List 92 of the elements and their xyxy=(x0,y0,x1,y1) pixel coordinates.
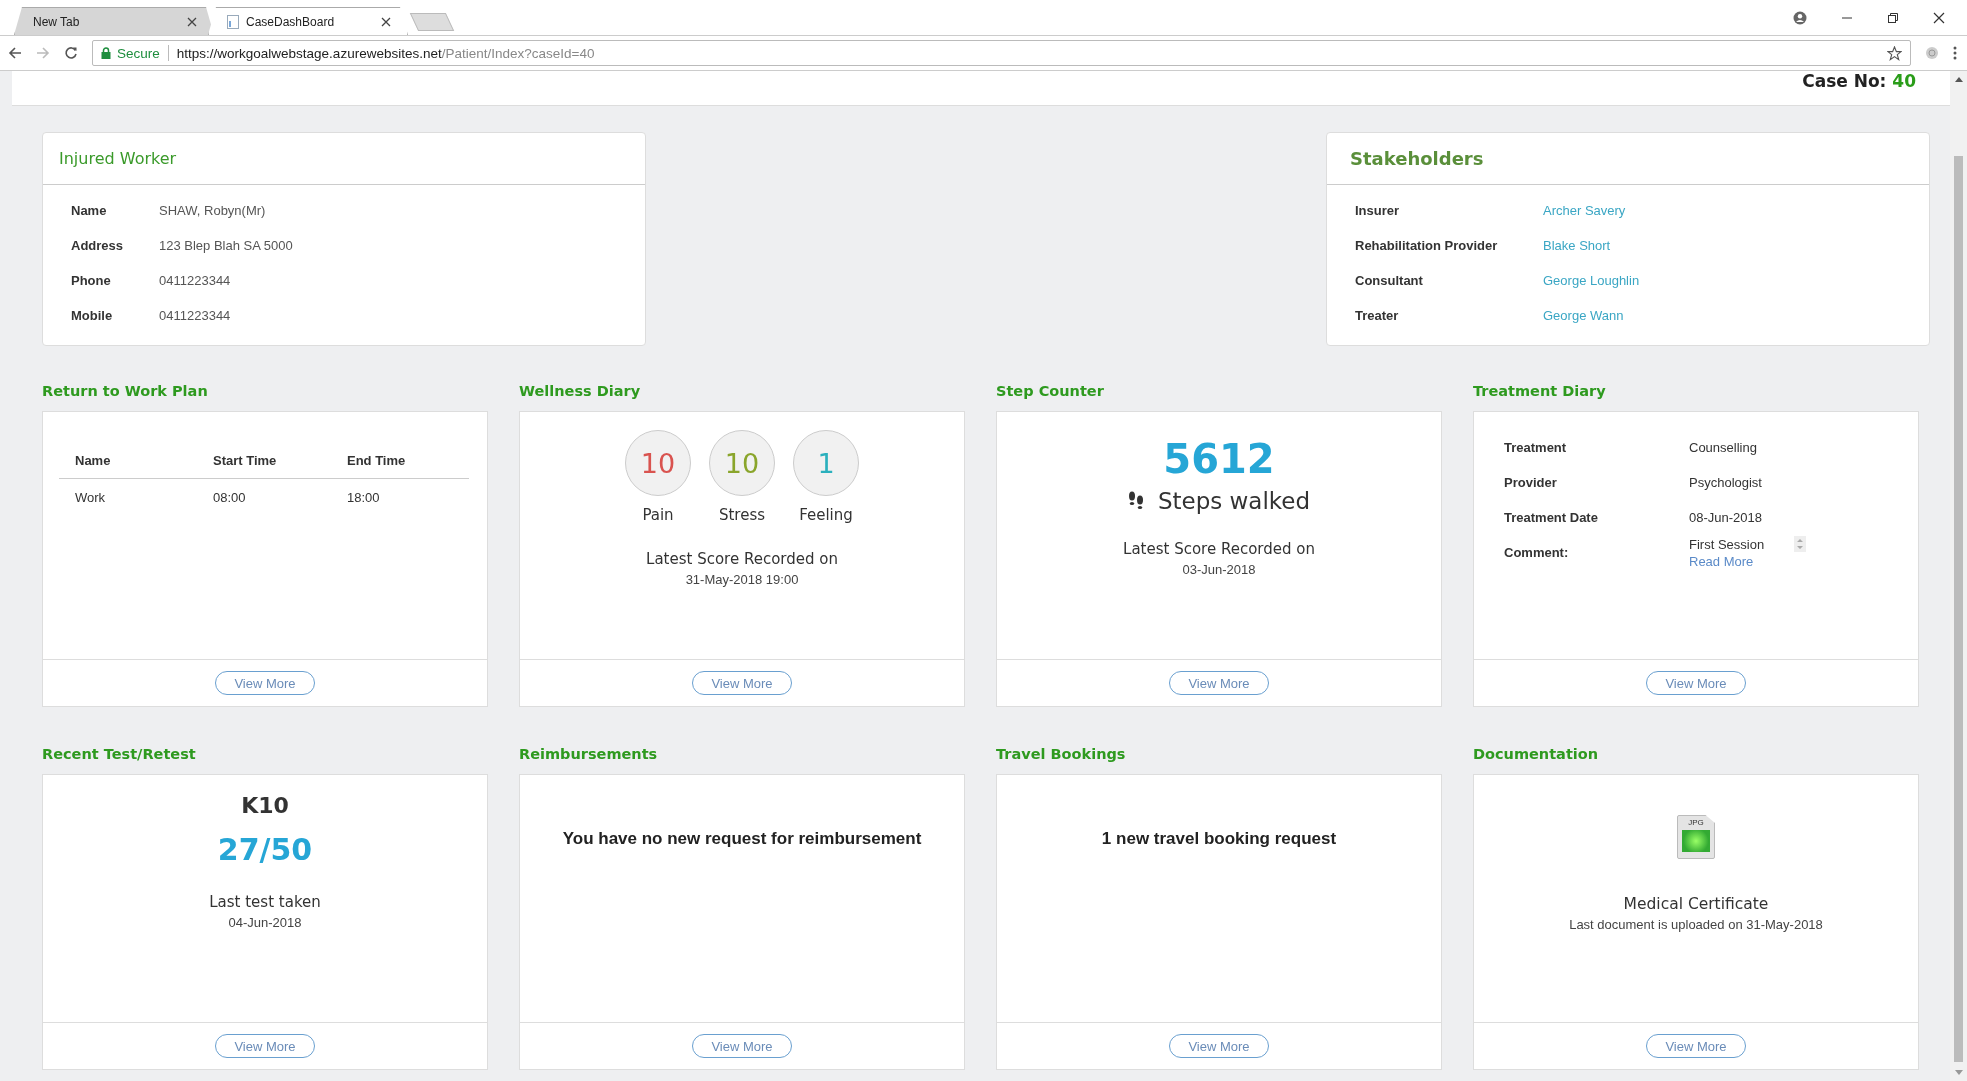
secure-label: Secure xyxy=(117,45,160,61)
column-header: Start Time xyxy=(212,452,278,468)
view-more-button[interactable]: View More xyxy=(692,1034,792,1058)
steps-label: Steps walked xyxy=(1157,488,1311,514)
card-title: Stakeholders xyxy=(1349,148,1484,169)
view-more-button[interactable]: View More xyxy=(1646,1034,1746,1058)
field-label: Consultant xyxy=(1355,273,1424,288)
restore-icon[interactable] xyxy=(1887,11,1899,24)
field-label: Mobile xyxy=(71,308,114,323)
field-label: Treatment Date xyxy=(1504,510,1599,525)
view-more-button[interactable]: View More xyxy=(1169,671,1269,695)
view-more-button[interactable]: View More xyxy=(692,671,792,695)
table-cell-text: 18:00 xyxy=(346,489,380,505)
close-icon[interactable] xyxy=(187,16,197,27)
caption: Latest Score Recorded on xyxy=(1123,540,1315,558)
score-label: Stress xyxy=(718,506,766,524)
account-icon[interactable] xyxy=(1793,10,1807,25)
caption: Latest Score Recorded on xyxy=(646,550,838,568)
browser-tab[interactable]: CaseDashBoard xyxy=(208,7,408,35)
table-cell-text: Work xyxy=(74,489,107,505)
lock-icon xyxy=(101,47,111,59)
score-label: Feeling xyxy=(799,506,853,524)
score-label: Pain xyxy=(642,506,674,524)
field-label: Comment: xyxy=(1504,545,1570,560)
column-header: Name xyxy=(74,452,112,468)
score-circle: 1 xyxy=(793,430,859,496)
table-cell-text: 08:00 xyxy=(212,489,247,505)
section-title: Documentation xyxy=(1473,744,1600,764)
test-score: 27/50 xyxy=(217,832,313,867)
back-arrow-icon[interactable] xyxy=(8,46,22,60)
field-value: Counselling xyxy=(1689,440,1757,455)
test-name: K10 xyxy=(241,793,289,818)
view-more-button[interactable]: View More xyxy=(1169,1034,1269,1058)
footprints-icon xyxy=(1127,491,1144,511)
document-name: Medical Certificate xyxy=(1623,895,1769,913)
case-number: Case No: 40 xyxy=(1802,71,1916,91)
address-bar[interactable]: Secure https://workgoalwebstage.azurewebsites.net/Patient/Index?caseId=40 xyxy=(92,40,1911,66)
jpg-file-icon[interactable]: JPG xyxy=(1677,815,1715,859)
close-icon[interactable] xyxy=(381,16,391,27)
close-icon[interactable] xyxy=(1933,11,1945,24)
message-text: 1 new travel booking request xyxy=(1100,829,1338,849)
section-title: Step Counter xyxy=(996,381,1105,401)
field-value: 08-Jun-2018 xyxy=(1689,510,1762,525)
star-icon[interactable] xyxy=(1887,45,1902,61)
section-title: Recent Test/Retest xyxy=(42,744,197,764)
scroll-thumb[interactable] xyxy=(1954,156,1963,1062)
read-more-link[interactable]: Read More xyxy=(1689,554,1807,569)
section-title: Wellness Diary xyxy=(519,381,642,401)
date-text: 31-May-2018 19:00 xyxy=(685,572,799,587)
stakeholder-link[interactable]: George Wann xyxy=(1543,308,1624,323)
view-more-button[interactable]: View More xyxy=(215,671,315,695)
tab-title: CaseDashBoard xyxy=(246,14,336,29)
step-count: 5612 xyxy=(1163,436,1275,482)
message-text: You have no new request for reimbursement xyxy=(561,829,923,849)
reload-icon[interactable] xyxy=(64,46,78,60)
field-label: Rehabilitation Provider xyxy=(1355,238,1499,253)
extension-icon[interactable] xyxy=(1925,46,1939,60)
tab-title: New Tab xyxy=(33,14,81,29)
caption: Last document is uploaded on 31-May-2018 xyxy=(1569,917,1823,932)
stakeholder-link[interactable]: Archer Savery xyxy=(1543,203,1626,218)
section-title: Treatment Diary xyxy=(1473,381,1607,401)
field-value: 123 Blep Blah SA 5000 xyxy=(159,238,293,253)
column-header: End Time xyxy=(346,452,406,468)
field-label: Address xyxy=(71,238,125,253)
section-title: Reimbursements xyxy=(519,744,659,764)
field-value: 0411223344 xyxy=(159,308,231,323)
view-more-button[interactable]: View More xyxy=(215,1034,315,1058)
stakeholder-link[interactable]: George Loughlin xyxy=(1543,273,1640,288)
menu-icon[interactable] xyxy=(1953,46,1957,60)
section-title: Return to Work Plan xyxy=(42,381,209,401)
field-label: Insurer xyxy=(1355,203,1401,218)
url-text: https://workgoalwebstage.azurewebsites.net/Patient/Index?caseId=40 xyxy=(176,45,595,61)
field-value: 0411223344 xyxy=(159,273,231,288)
comment-text: First Session xyxy=(1689,536,1765,552)
section-title: Travel Bookings xyxy=(996,744,1127,764)
field-label: Phone xyxy=(71,273,112,288)
date-text: 04-Jun-2018 xyxy=(228,915,302,930)
card-title: Injured Worker xyxy=(59,149,177,168)
page-icon xyxy=(227,14,239,29)
field-label: Treatment xyxy=(1504,440,1568,455)
score-circle: 10 xyxy=(709,430,775,496)
field-label: Provider xyxy=(1504,475,1558,490)
score-circle: 10 xyxy=(625,430,691,496)
date-text: 03-Jun-2018 xyxy=(1182,562,1256,577)
field-value: Psychologist xyxy=(1689,475,1762,490)
view-more-button[interactable]: View More xyxy=(1646,671,1746,695)
field-label: Treater xyxy=(1355,308,1400,323)
caption: Last test taken xyxy=(209,893,321,911)
stakeholder-link[interactable]: Blake Short xyxy=(1543,238,1611,253)
scroll-up-icon[interactable] xyxy=(1954,77,1963,82)
field-value: SHAW, Robyn(Mr) xyxy=(159,203,266,218)
field-label: Name xyxy=(71,203,108,218)
